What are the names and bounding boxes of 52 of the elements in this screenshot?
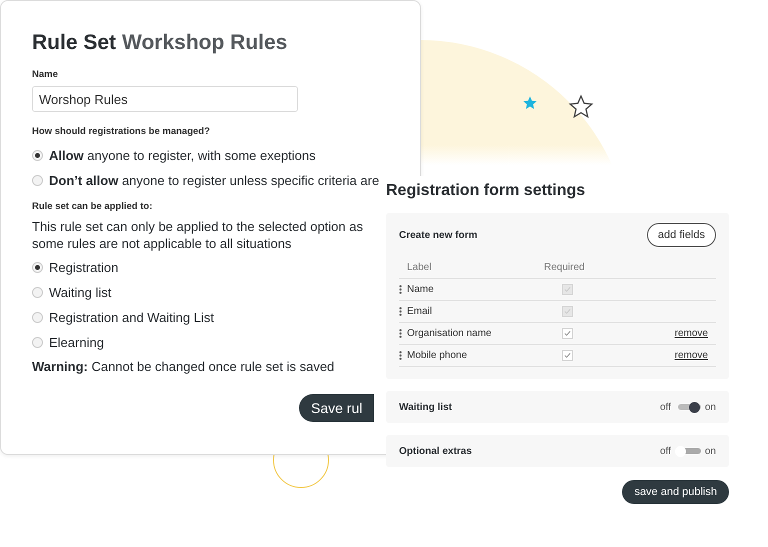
star-icon <box>522 95 538 111</box>
question-label: How should registrations be managed? <box>32 126 211 137</box>
add-fields-button[interactable]: add fields <box>646 223 716 247</box>
radio-button[interactable] <box>32 312 43 323</box>
field-label: Name <box>32 69 59 80</box>
field-name: Email <box>407 306 434 317</box>
title: Rule Set <box>32 31 116 55</box>
checkmark-icon <box>564 286 571 293</box>
drag-handle-icon[interactable] <box>399 307 402 316</box>
rule-set-name: Workshop Rules <box>122 31 288 55</box>
toggle-label: Optional extras <box>399 446 472 456</box>
checkmark-icon <box>564 352 571 359</box>
off-label: off <box>660 446 671 456</box>
required-checkbox[interactable] <box>562 350 573 361</box>
radio-button[interactable] <box>32 287 43 298</box>
radio-button[interactable] <box>32 262 43 273</box>
remove-link[interactable]: remove <box>674 350 716 361</box>
field-name: Mobile phone <box>407 350 468 361</box>
option-label: Registration and Waiting List <box>49 310 214 325</box>
required-checkbox[interactable] <box>562 328 573 339</box>
drag-handle-icon[interactable] <box>399 285 402 294</box>
field-name: Name <box>407 284 435 295</box>
save-button[interactable]: Save rul <box>299 394 374 422</box>
on-label: on <box>704 446 716 456</box>
section-label: Rule set can be applied to: <box>32 201 154 212</box>
field-name: Organisation name <box>407 328 492 339</box>
radio-button[interactable] <box>32 150 43 161</box>
checkmark-icon <box>564 308 571 315</box>
option-label: Elearning <box>49 335 104 350</box>
radio-button[interactable] <box>32 175 43 186</box>
drag-handle-icon[interactable] <box>399 351 402 360</box>
remove-link[interactable]: remove <box>674 328 716 339</box>
card-title: Create new form <box>399 230 478 240</box>
radio-button[interactable] <box>32 337 43 348</box>
name-input[interactable]: Worshop Rules <box>32 86 298 112</box>
warning-text: Warning: Cannot be changed once rule set is saved <box>32 359 336 374</box>
off-label: off <box>660 402 671 412</box>
save-and-publish-button[interactable]: save and publish <box>622 480 729 504</box>
toggle-label: Waiting list <box>399 402 452 412</box>
on-label: on <box>704 402 716 412</box>
column-header: Required <box>544 262 586 273</box>
info-text: This rule set can only be applied to the selected option as some rules are not applicable to all situations <box>32 218 364 252</box>
option-label: Don’t allow anyone to register unless specific criteria are <box>49 173 380 188</box>
toggle-switch[interactable] <box>674 446 701 456</box>
checkmark-icon <box>564 330 571 337</box>
option-label: Waiting list <box>49 285 112 300</box>
column-header: Label <box>407 262 432 273</box>
option-label: Registration <box>49 260 118 275</box>
star-outline-icon <box>568 94 594 120</box>
option-label: Allow anyone to register, with some exeptions <box>49 148 316 163</box>
drag-handle-icon[interactable] <box>399 329 402 338</box>
panel-title: Registration form settings <box>386 182 586 200</box>
